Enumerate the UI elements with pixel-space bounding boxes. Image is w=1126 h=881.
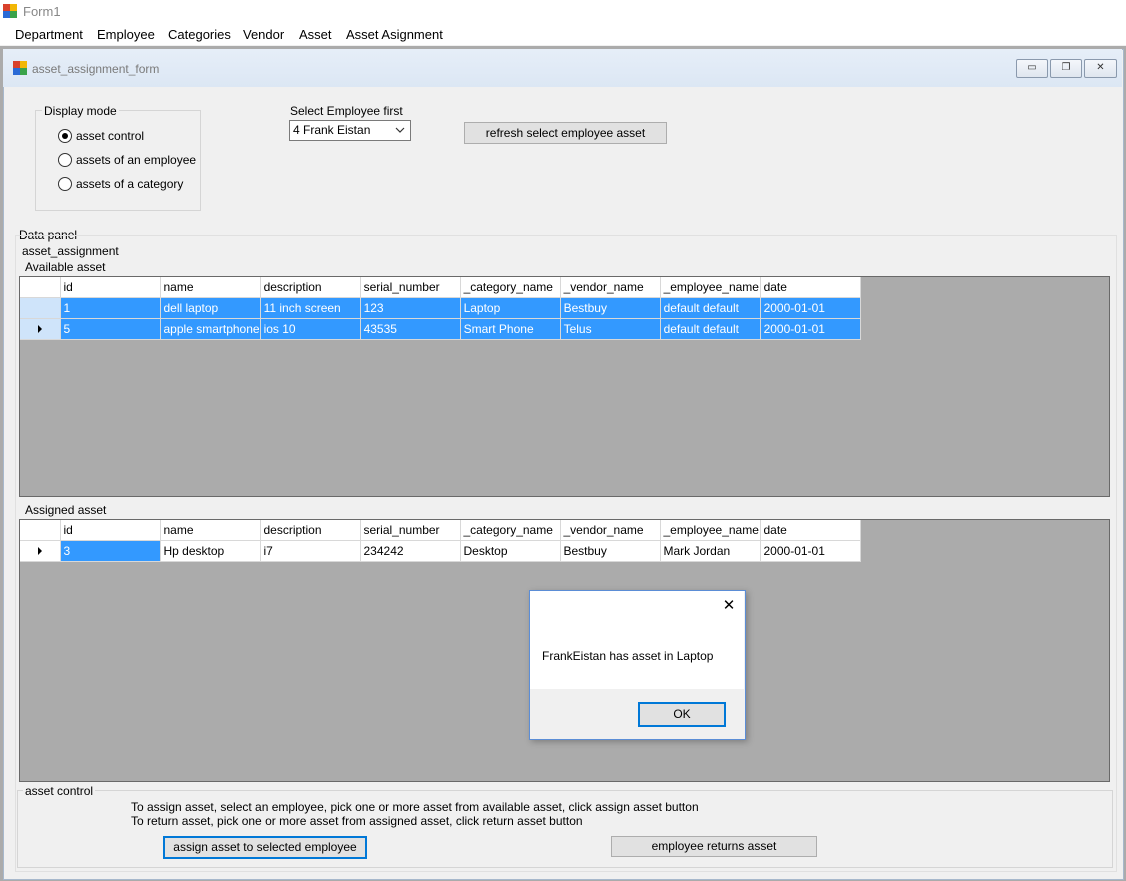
app-icon (3, 4, 17, 18)
cell-serial-number[interactable]: 234242 (360, 540, 461, 562)
assigned-asset-table: id name description serial_number _categ… (20, 520, 861, 562)
row-header-corner (20, 277, 61, 298)
dialog-close-icon[interactable]: ✕ (722, 596, 736, 614)
cell-serial-number[interactable]: 123 (360, 297, 461, 319)
column-header[interactable]: id (60, 520, 161, 541)
menu-asset[interactable]: Asset (299, 27, 332, 42)
column-header[interactable]: date (760, 520, 861, 541)
table-row[interactable]: 3 Hp desktop i7 234242 Desktop Bestbuy M… (20, 540, 861, 562)
cell-description[interactable]: i7 (260, 540, 361, 562)
column-header[interactable]: _employee_name (660, 277, 761, 298)
column-header[interactable]: date (760, 277, 861, 298)
cell-date[interactable]: 2000-01-01 (760, 297, 861, 319)
column-header[interactable]: serial_number (360, 277, 461, 298)
cell-name[interactable]: apple smartphone (160, 318, 261, 340)
available-header-row: id name description serial_number _categ… (20, 277, 861, 298)
child-title: asset_assignment_form (32, 62, 160, 76)
cell-vendor-name[interactable]: Telus (560, 318, 661, 340)
cell-employee-name[interactable]: default default (660, 318, 761, 340)
dialog-message: FrankEistan has asset in Laptop (542, 649, 714, 663)
child-app-icon (13, 61, 27, 75)
cell-serial-number[interactable]: 43535 (360, 318, 461, 340)
assign-asset-button[interactable]: assign asset to selected employee (163, 836, 367, 859)
cell-category-name[interactable]: Smart Phone (460, 318, 561, 340)
asset-assignment-label: asset_assignment (22, 244, 119, 258)
cell-date[interactable]: 2000-01-01 (760, 318, 861, 340)
column-header[interactable]: description (260, 277, 361, 298)
employee-select-value: 4 Frank Eistan (293, 123, 371, 137)
return-asset-button[interactable]: employee returns asset (611, 836, 817, 857)
assign-instructions: To assign asset, select an employee, pic… (131, 800, 699, 814)
menu-asset-assignment[interactable]: Asset Asignment (346, 27, 443, 42)
asset-control-label: asset control (23, 784, 96, 798)
close-button[interactable]: ✕ (1084, 59, 1117, 78)
available-asset-label: Available asset (25, 260, 106, 274)
available-asset-table: id name description serial_number _categ… (20, 277, 861, 340)
message-dialog-body (530, 591, 744, 689)
radio-asset-control[interactable] (58, 129, 72, 143)
row-header[interactable] (20, 318, 61, 340)
column-header[interactable]: description (260, 520, 361, 541)
column-header[interactable]: name (160, 277, 261, 298)
radio-assets-of-category[interactable] (58, 177, 72, 191)
cell-employee-name[interactable]: default default (660, 297, 761, 319)
column-header[interactable]: _employee_name (660, 520, 761, 541)
table-row[interactable]: 5 apple smartphone ios 10 43535 Smart Ph… (20, 318, 861, 340)
menu-department[interactable]: Department (15, 27, 83, 42)
radio-label-asset-control[interactable]: asset control (76, 129, 144, 143)
menu-vendor[interactable]: Vendor (243, 27, 284, 42)
column-header[interactable]: serial_number (360, 520, 461, 541)
cell-date[interactable]: 2000-01-01 (760, 540, 861, 562)
cell-id[interactable]: 1 (60, 297, 161, 319)
menu-categories[interactable]: Categories (168, 27, 231, 42)
dialog-ok-button[interactable]: OK (638, 702, 726, 727)
cell-id[interactable]: 5 (60, 318, 161, 340)
row-header-corner (20, 520, 61, 541)
assigned-header-row: id name description serial_number _categ… (20, 520, 861, 541)
cell-category-name[interactable]: Desktop (460, 540, 561, 562)
cell-description[interactable]: ios 10 (260, 318, 361, 340)
menu-bar: Department Employee Categories Vendor As… (0, 23, 1126, 45)
current-row-arrow-icon (37, 325, 42, 333)
cell-vendor-name[interactable]: Bestbuy (560, 297, 661, 319)
radio-label-assets-of-employee[interactable]: assets of an employee (76, 153, 196, 167)
chevron-down-icon (395, 127, 405, 133)
row-header[interactable] (20, 297, 61, 319)
cell-id[interactable]: 3 (60, 540, 161, 562)
cell-category-name[interactable]: Laptop (460, 297, 561, 319)
child-caption (3, 49, 1122, 87)
cell-employee-name[interactable]: Mark Jordan (660, 540, 761, 562)
table-row[interactable]: 1 dell laptop 11 inch screen 123 Laptop … (20, 297, 861, 319)
column-header[interactable]: _category_name (460, 277, 561, 298)
restore-button[interactable]: ❐ (1050, 59, 1082, 78)
employee-select[interactable]: 4 Frank Eistan (289, 120, 411, 141)
cell-name[interactable]: dell laptop (160, 297, 261, 319)
cell-description[interactable]: 11 inch screen (260, 297, 361, 319)
return-instructions: To return asset, pick one or more asset … (131, 814, 583, 828)
column-header[interactable]: id (60, 277, 161, 298)
app-title: Form1 (23, 4, 61, 19)
app-titlebar (0, 0, 1126, 23)
column-header[interactable]: _vendor_name (560, 520, 661, 541)
column-header[interactable]: _category_name (460, 520, 561, 541)
current-row-arrow-icon (37, 547, 42, 555)
column-header[interactable]: name (160, 520, 261, 541)
refresh-employee-asset-button[interactable]: refresh select employee asset (464, 122, 667, 144)
employee-select-label: Select Employee first (290, 104, 403, 118)
display-mode-label: Display mode (42, 104, 119, 118)
cell-vendor-name[interactable]: Bestbuy (560, 540, 661, 562)
assigned-asset-label: Assigned asset (25, 503, 107, 517)
row-header[interactable] (20, 540, 61, 562)
radio-label-assets-of-category[interactable]: assets of a category (76, 177, 183, 191)
menu-employee[interactable]: Employee (97, 27, 155, 42)
cell-name[interactable]: Hp desktop (160, 540, 261, 562)
minimize-button[interactable]: ▭ (1016, 59, 1048, 78)
column-header[interactable]: _vendor_name (560, 277, 661, 298)
radio-assets-of-employee[interactable] (58, 153, 72, 167)
available-asset-grid[interactable]: id name description serial_number _categ… (19, 276, 1110, 497)
